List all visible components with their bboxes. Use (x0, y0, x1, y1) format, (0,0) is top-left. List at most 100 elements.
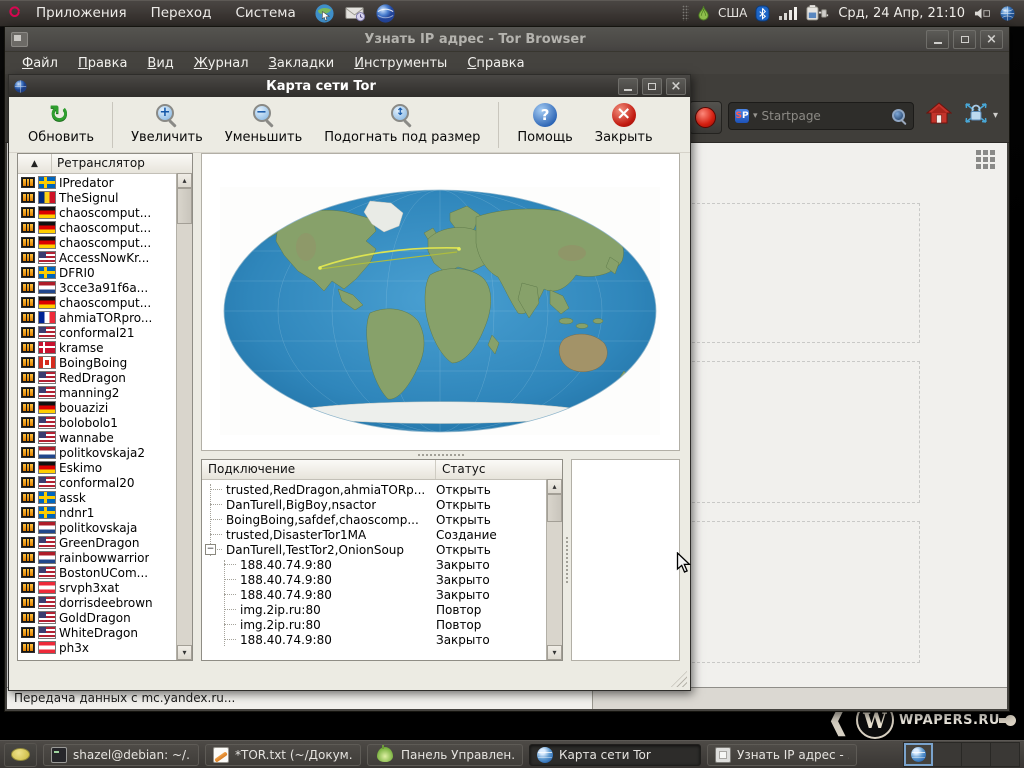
relay-row[interactable]: ahmiaTORpro... (18, 310, 192, 325)
task-button[interactable]: Карта сети Tor (529, 744, 701, 766)
scroll-down-button[interactable] (177, 645, 192, 660)
connection-row[interactable]: DanTurell,BigBoy,nsactorОткрыть (202, 497, 562, 512)
relay-row[interactable]: GreenDragon (18, 535, 192, 550)
toolbar-button[interactable]: Закрыть (584, 102, 664, 148)
panel-menu[interactable]: Приложения (24, 2, 139, 24)
connection-row[interactable]: trusted,DisasterTor1MAСоздание (202, 527, 562, 542)
debian-logo-icon[interactable] (6, 4, 24, 22)
toolbar-button[interactable]: Подогнать под размер (313, 102, 491, 148)
browser-menu-item[interactable]: Инструменты (345, 54, 456, 73)
task-button[interactable]: *TOR.txt (~/Докум... (205, 744, 361, 766)
relay-row[interactable]: bolobolo1 (18, 415, 192, 430)
scroll-down-button[interactable] (547, 645, 562, 660)
relay-row[interactable]: bouazizi (18, 400, 192, 415)
relay-row[interactable]: ph3x (18, 640, 192, 655)
dialog-titlebar[interactable]: Карта сети Tor (9, 75, 690, 97)
minimize-button[interactable] (618, 78, 638, 95)
connection-row[interactable]: 188.40.74.9:80Закрыто (202, 587, 562, 602)
maximize-button[interactable] (642, 78, 662, 95)
chevron-down-icon[interactable]: ▾ (993, 110, 998, 121)
browser-menu-item[interactable]: Закладки (260, 54, 344, 73)
collapse-toggle-icon[interactable]: − (205, 544, 216, 555)
toolbar-button[interactable]: Обновить (17, 102, 105, 148)
toolbar-button[interactable]: Уменьшить (214, 102, 313, 148)
task-button[interactable]: Узнать IP адрес - ... (707, 744, 857, 766)
vertical-splitter[interactable] (563, 459, 571, 661)
home-button[interactable] (926, 101, 952, 125)
scrollbar-thumb[interactable] (177, 188, 192, 224)
search-input[interactable]: Startpage (762, 109, 888, 123)
panel-drag-handle[interactable] (682, 5, 689, 21)
relay-row[interactable]: RedDragon (18, 370, 192, 385)
browser-menu-item[interactable]: Справка (458, 54, 533, 73)
show-desktop-button[interactable] (4, 743, 37, 767)
relay-row[interactable]: WhiteDragon (18, 625, 192, 640)
clock[interactable]: Срд, 24 Апр, 21:10 (838, 6, 965, 21)
relay-row[interactable]: kramse (18, 340, 192, 355)
workspace-cell[interactable] (991, 743, 1019, 766)
browser-launcher-icon[interactable] (375, 3, 396, 24)
keyboard-layout-indicator[interactable]: США (718, 6, 747, 20)
tor-onion-tray-icon[interactable] (697, 5, 710, 22)
sort-ascending-icon[interactable] (18, 154, 52, 173)
search-bar[interactable]: SP ▾ Startpage (728, 102, 914, 130)
connection-row[interactable]: BoingBoing,safdef,chaoscomp...Открыть (202, 512, 562, 527)
relay-row[interactable]: GoldDragon (18, 610, 192, 625)
relay-row[interactable]: BostonUCom... (18, 565, 192, 580)
relay-row[interactable]: chaoscomput... (18, 235, 192, 250)
relay-row[interactable]: Eskimo (18, 460, 192, 475)
relay-row[interactable]: politkovskaja2 (18, 445, 192, 460)
resize-grip[interactable] (671, 671, 687, 687)
relay-row[interactable]: chaoscomput... (18, 295, 192, 310)
status-column-header[interactable]: Статус (435, 460, 562, 479)
relay-row[interactable]: wannabe (18, 430, 192, 445)
stop-button[interactable] (689, 101, 722, 134)
browser-menu-item[interactable]: Журнал (185, 54, 258, 73)
maximize-button[interactable] (953, 30, 976, 49)
toolbar-button[interactable]: Увеличить (120, 102, 214, 148)
connection-row[interactable]: −DanTurell,TestTor2,OnionSoupОткрыть (202, 542, 562, 557)
tor-settings-button[interactable] (962, 100, 990, 126)
toolbar-button[interactable]: Помощь (506, 102, 583, 148)
search-icon[interactable] (892, 109, 907, 124)
task-button[interactable]: Панель Управлен... (367, 744, 523, 766)
relay-row[interactable]: assk (18, 490, 192, 505)
panel-menu[interactable]: Переход (139, 2, 224, 24)
relay-row[interactable]: politkovskaja (18, 520, 192, 535)
relay-row[interactable]: srvph3xat (18, 580, 192, 595)
browser-menu-item[interactable]: Файл (13, 54, 67, 73)
chevron-down-icon[interactable]: ▾ (753, 111, 758, 121)
minimize-button[interactable] (926, 30, 949, 49)
connection-row[interactable]: 188.40.74.9:80Закрыто (202, 557, 562, 572)
browser-titlebar[interactable]: Узнать IP адрес - Tor Browser (5, 27, 1009, 52)
workspace-cell[interactable] (904, 743, 933, 766)
connections-header[interactable]: Подключение Статус (202, 460, 562, 480)
workspace-cell[interactable] (962, 743, 991, 766)
panel-menu[interactable]: Система (224, 2, 308, 24)
relay-row[interactable]: ndnr1 (18, 505, 192, 520)
connection-row[interactable]: img.2ip.ru:80Повтор (202, 602, 562, 617)
network-signal-icon[interactable] (778, 5, 798, 21)
relay-row[interactable]: BoingBoing (18, 355, 192, 370)
scrollbar-thumb[interactable] (547, 494, 562, 522)
email-launcher-icon[interactable] (344, 3, 366, 23)
horizontal-splitter[interactable] (201, 451, 680, 459)
relay-row[interactable]: conformal21 (18, 325, 192, 340)
connection-column-header[interactable]: Подключение (202, 460, 435, 479)
relay-row[interactable]: rainbowwarrior (18, 550, 192, 565)
connection-row[interactable]: trusted,RedDragon,ahmiaTORp...Открыть (202, 482, 562, 497)
relay-row[interactable]: chaoscomput... (18, 205, 192, 220)
relay-column-header[interactable]: Ретранслятор (52, 154, 192, 173)
network-globe-tray-icon[interactable] (999, 5, 1016, 22)
scroll-up-button[interactable] (547, 479, 562, 494)
connection-row[interactable]: 188.40.74.9:80Закрыто (202, 572, 562, 587)
workspace-cell[interactable] (933, 743, 962, 766)
connections-scrollbar[interactable] (546, 479, 562, 660)
connection-row[interactable]: img.2ip.ru:80Повтор (202, 617, 562, 632)
connection-row[interactable]: 188.40.74.9:80Закрыто (202, 632, 562, 647)
relay-row[interactable]: DFRI0 (18, 265, 192, 280)
close-button[interactable] (666, 78, 686, 95)
relay-row[interactable]: dorrisdeebrown (18, 595, 192, 610)
grid-icon[interactable] (976, 150, 997, 171)
task-button[interactable]: shazel@debian: ~/... (43, 744, 199, 766)
